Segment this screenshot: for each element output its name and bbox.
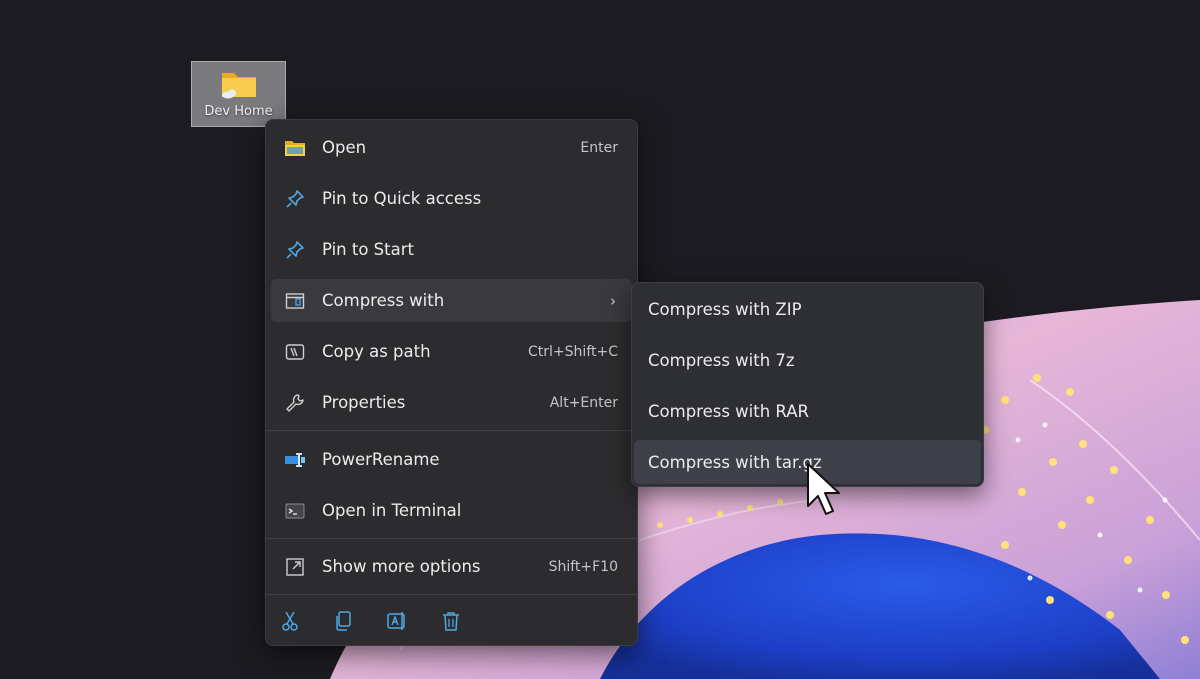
more-options-icon [284,556,306,578]
menu-item-pin-quick-access[interactable]: Pin to Quick access [271,177,632,220]
copy-icon [333,610,353,636]
cut-button[interactable] [275,608,305,638]
rename-icon [386,610,408,636]
delete-icon [441,610,461,636]
cut-icon [280,610,300,636]
submenu-item-label: Compress with 7z [648,350,795,370]
menu-separator [266,594,637,595]
menu-item-open[interactable]: Open Enter [271,126,632,169]
submenu-item-zip[interactable]: Compress with ZIP [634,287,981,331]
menu-item-properties[interactable]: Properties Alt+Enter [271,381,632,424]
archive-icon [284,290,306,312]
submenu-item-7z[interactable]: Compress with 7z [634,338,981,382]
submenu-item-label: Compress with RAR [648,401,809,421]
menu-item-label: Pin to Start [322,240,414,259]
menu-item-open-in-terminal[interactable]: Open in Terminal [271,489,632,532]
terminal-icon [284,500,306,522]
menu-item-label: Open [322,138,367,157]
quick-actions-toolbar [266,600,637,644]
menu-item-shortcut: Alt+Enter [549,394,618,411]
menu-item-shortcut: Shift+F10 [548,558,618,575]
pin-icon [284,188,306,210]
menu-item-label: Open in Terminal [322,501,462,520]
chevron-right-icon: › [610,291,616,310]
menu-item-label: PowerRename [322,450,440,469]
submenu-item-label: Compress with ZIP [648,299,802,319]
menu-item-shortcut: Enter [580,139,618,156]
powerrename-icon [284,449,306,471]
menu-item-copy-as-path[interactable]: Copy as path Ctrl+Shift+C [271,330,632,373]
menu-item-label: Copy as path [322,342,431,361]
menu-separator [266,430,637,431]
compress-submenu: Compress with ZIP Compress with 7z Compr… [631,282,984,487]
menu-item-show-more-options[interactable]: Show more options Shift+F10 [271,545,632,588]
submenu-item-rar[interactable]: Compress with RAR [634,389,981,433]
folder-cloud-icon [220,67,258,103]
menu-item-label: Compress with [322,291,445,310]
menu-item-shortcut: Ctrl+Shift+C [528,343,618,360]
menu-item-compress-with[interactable]: Compress with › [271,279,632,322]
delete-button[interactable] [436,608,466,638]
desktop-icon-label: Dev Home [204,104,273,119]
wrench-icon [284,392,306,414]
folder-open-icon [284,137,306,159]
menu-item-label: Properties [322,393,406,412]
context-menu: Open Enter Pin to Quick access Pin to St… [265,119,638,646]
copy-button[interactable] [328,608,358,638]
menu-item-label: Pin to Quick access [322,189,482,208]
copy-path-icon [284,341,306,363]
mouse-cursor-icon [806,462,846,526]
submenu-item-label: Compress with tar.gz [648,452,822,472]
menu-item-pin-start[interactable]: Pin to Start [271,228,632,271]
rename-button[interactable] [382,608,412,638]
menu-item-powerrename[interactable]: PowerRename [271,438,632,481]
menu-separator [266,538,637,539]
pin-icon [284,239,306,261]
menu-item-label: Show more options [322,557,481,576]
desktop-icon-dev-home[interactable]: Dev Home [191,61,286,127]
